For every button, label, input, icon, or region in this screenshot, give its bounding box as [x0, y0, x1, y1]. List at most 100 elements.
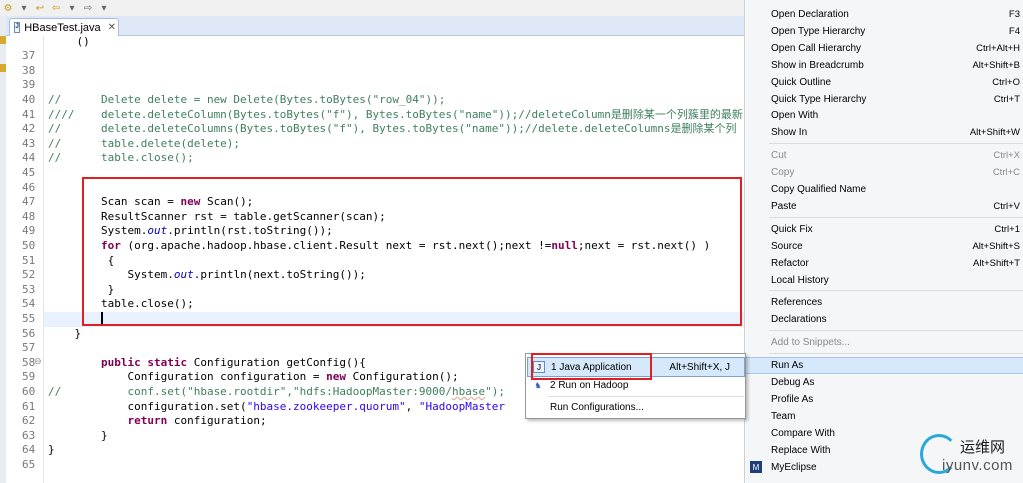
menu-item-label: Compare With	[771, 427, 835, 439]
menu-item-label: Cut	[771, 150, 787, 162]
menu-item-shortcut: Alt+Shift+S	[972, 240, 1020, 252]
menu-item-show-in[interactable]: Show In Alt+Shift+W	[745, 124, 1023, 141]
menu-item-label: Paste	[771, 200, 797, 212]
menu-item-references[interactable]: References	[745, 294, 1023, 311]
line-number: 53	[22, 282, 36, 296]
menu-item-quick-outline[interactable]: Quick Outline Ctrl+O	[745, 74, 1023, 91]
menu-item-label: Open Declaration	[771, 9, 849, 20]
code-token: // table.delete(delete);	[48, 136, 241, 150]
line-number: 43	[22, 136, 36, 150]
code-token: //// delete.deleteColumn(Bytes.toBytes("…	[48, 107, 743, 121]
code-line-partial: ()	[50, 36, 90, 48]
code-token: configuration;	[167, 414, 267, 428]
line-number: 62	[22, 414, 36, 428]
menu-item-copy-qualified-name[interactable]: Copy Qualified Name	[745, 181, 1023, 198]
menu-item-open-type-hierarchy[interactable]: Open Type Hierarchy F4	[745, 23, 1023, 40]
code-line: }	[48, 443, 55, 458]
run-icon[interactable]: ↩	[32, 1, 48, 15]
menu-item-source[interactable]: Source Alt+Shift+S	[745, 238, 1023, 255]
fold-toggle-icon[interactable]: ⊖	[34, 357, 44, 367]
menu-item-label: Copy Qualified Name	[771, 184, 867, 195]
forward-dropdown-icon[interactable]: ▾	[96, 1, 112, 15]
code-line: return configuration;	[48, 414, 267, 429]
line-number: 38	[22, 63, 36, 77]
menu-item-label: Local History	[771, 274, 829, 286]
menu-item-shortcut: Ctrl+V	[993, 200, 1020, 212]
submenu-item-label: Run Configurations...	[550, 401, 644, 413]
menu-item-label: Declarations	[771, 314, 827, 326]
menu-item-label: Quick Type Hierarchy	[771, 93, 867, 105]
back-icon[interactable]: ⇦	[48, 1, 64, 15]
menu-item-open-declaration[interactable]: Open Declaration F3	[745, 6, 1023, 23]
line-number: 55	[22, 312, 36, 325]
code-token: ,	[405, 399, 419, 413]
tab-hbasetest[interactable]: J HBaseTest.java ✕	[9, 18, 119, 36]
code-token: HadoopMaster	[332, 385, 413, 398]
code-token: }	[48, 326, 82, 340]
line-number: 44	[22, 151, 36, 165]
close-icon[interactable]: ✕	[108, 22, 116, 33]
menu-item-profile-as[interactable]: Profile As	[745, 391, 1023, 408]
menu-item-label: Refactor	[771, 257, 809, 269]
line-number: 41	[22, 107, 36, 121]
line-number-gutter: 37 38 39 40 41 42 43 44 45 46 47 48 49 50 51 52 53 54 55 56…	[6, 36, 44, 483]
menu-item-shortcut: Ctrl+O	[992, 76, 1020, 88]
menu-item-declarations[interactable]: Declarations	[745, 311, 1023, 328]
code-token: :9000/	[412, 385, 453, 398]
menu-item-refactor[interactable]: Refactor Alt+Shift+T	[745, 255, 1023, 272]
highlight-box-java-application	[531, 353, 652, 380]
menu-separator	[769, 353, 1023, 355]
line-number: 59	[22, 370, 36, 384]
code-token: hbase	[452, 385, 486, 398]
code-line: // Delete delete = new Delete(Bytes.toBy…	[48, 93, 445, 108]
line-number: 40	[22, 93, 36, 106]
menu-item-local-history[interactable]: Local History	[745, 272, 1023, 289]
menu-item-open-with[interactable]: Open With	[745, 107, 1023, 124]
menu-item-paste[interactable]: Paste Ctrl+V	[745, 198, 1023, 215]
code-token: ");	[485, 385, 506, 398]
menu-item-debug-as[interactable]: Debug As	[745, 374, 1023, 391]
code-token: new	[326, 370, 347, 384]
submenu-item-shortcut: Alt+Shift+X, J	[669, 361, 730, 373]
run-configurations-spacer	[532, 401, 544, 413]
submenu-item-run-configurations[interactable]: Run Configurations...	[527, 397, 745, 417]
menu-separator	[769, 290, 1023, 292]
hadoop-elephant-icon: ♞	[534, 380, 542, 390]
menu-item-shortcut: Alt+Shift+T	[973, 257, 1020, 269]
menu-item-label: Quick Outline	[771, 76, 832, 88]
menu-item-show-in-breadcrumb[interactable]: Show in Breadcrumb Alt+Shift+B	[745, 57, 1023, 74]
menu-item-quick-fix[interactable]: Quick Fix Ctrl+1	[745, 221, 1023, 238]
code-line: // table.delete(delete);	[48, 137, 240, 152]
menu-item-label: Show in Breadcrumb	[771, 59, 864, 71]
menu-item-label: Team	[771, 410, 796, 422]
line-number: 39	[22, 78, 36, 92]
line-number: 46	[22, 180, 36, 194]
submenu-item-label: 2 Run on Hadoop	[550, 379, 629, 391]
menu-item-label: Debug As	[771, 377, 815, 389]
eclipse-window: ⚙ ▾ ↩ ⇦ ▾ ⇨ ▾ J HBaseTest.java ✕ 37 38 39 4…	[0, 0, 1023, 483]
menu-item-run-as[interactable]: Run As	[745, 357, 1023, 375]
build-dropdown-icon[interactable]: ▾	[16, 1, 32, 15]
menu-item-open-call-hierarchy[interactable]: Open Call Hierarchy Ctrl+Alt+H	[745, 40, 1023, 57]
menu-item-quick-type-hierarchy[interactable]: Quick Type Hierarchy Ctrl+T	[745, 91, 1023, 108]
forward-icon[interactable]: ⇨	[80, 1, 96, 15]
build-icon[interactable]: ⚙	[0, 1, 16, 15]
code-token: Configuration();	[346, 370, 459, 384]
menu-item-team[interactable]: Team	[745, 408, 1023, 425]
watermark-cn: 运维网	[960, 438, 1006, 456]
line-number: 57	[22, 341, 36, 355]
menu-item-label: Open With	[771, 110, 819, 122]
line-number: 42	[22, 122, 36, 136]
tab-label: HBaseTest.java	[24, 21, 101, 34]
menu-item-label: Open Call Hierarchy	[771, 42, 862, 54]
code-line: }	[48, 327, 81, 342]
line-number: 60	[22, 385, 36, 398]
back-dropdown-icon[interactable]: ▾	[64, 1, 80, 15]
line-number: 45	[22, 166, 36, 179]
line-number: 47	[22, 195, 36, 209]
code-token: public static	[100, 355, 188, 369]
line-number: 50	[22, 239, 36, 252]
code-line: // table.close();	[48, 151, 194, 166]
java-file-icon: J	[14, 22, 21, 33]
